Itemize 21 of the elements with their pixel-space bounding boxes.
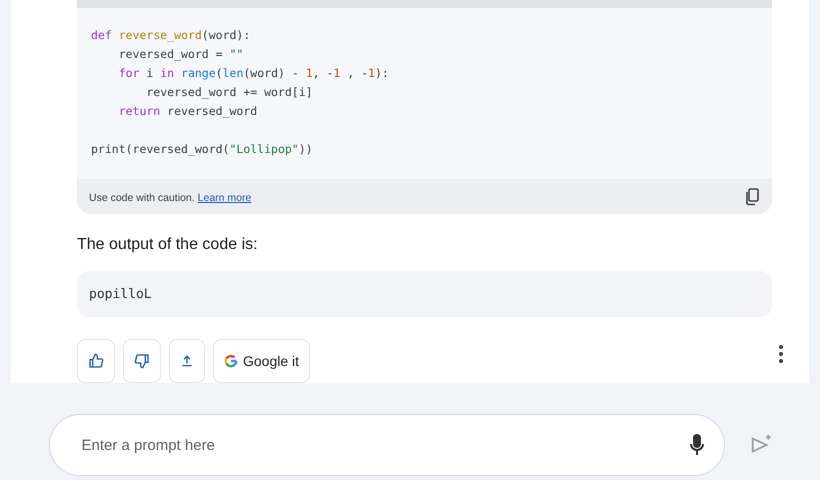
thumbs-up-button[interactable] (77, 339, 115, 383)
code-line: def reverse_word(word): (91, 27, 252, 44)
learn-more-link[interactable]: Learn more (198, 192, 252, 204)
output-label: The output of the code is: (77, 236, 259, 254)
output-text: popilloL (77, 271, 772, 317)
code-line: for i in range(len(word) - 1, -1 , -1): (118, 65, 390, 82)
code-line: reversed_word += word[i] (145, 84, 314, 101)
code-line: reversed_word = "" (118, 46, 244, 63)
thumbs-down-button[interactable] (123, 339, 161, 383)
more-vertical-icon (779, 345, 783, 363)
google-g-icon (224, 354, 238, 368)
microphone-icon[interactable] (690, 434, 704, 456)
caution-text: Use code with caution. (89, 192, 195, 204)
prompt-field[interactable]: Enter a prompt here (48, 414, 724, 476)
code-line: print(reversed_word("Lollipop")) (91, 141, 314, 158)
google-it-button[interactable]: Google it (213, 339, 310, 383)
upload-icon (180, 354, 194, 368)
copy-icon[interactable] (744, 188, 760, 206)
code-line: return reversed_word (118, 103, 258, 120)
thumbs-down-icon (134, 353, 150, 369)
thumbs-up-icon (88, 353, 104, 369)
